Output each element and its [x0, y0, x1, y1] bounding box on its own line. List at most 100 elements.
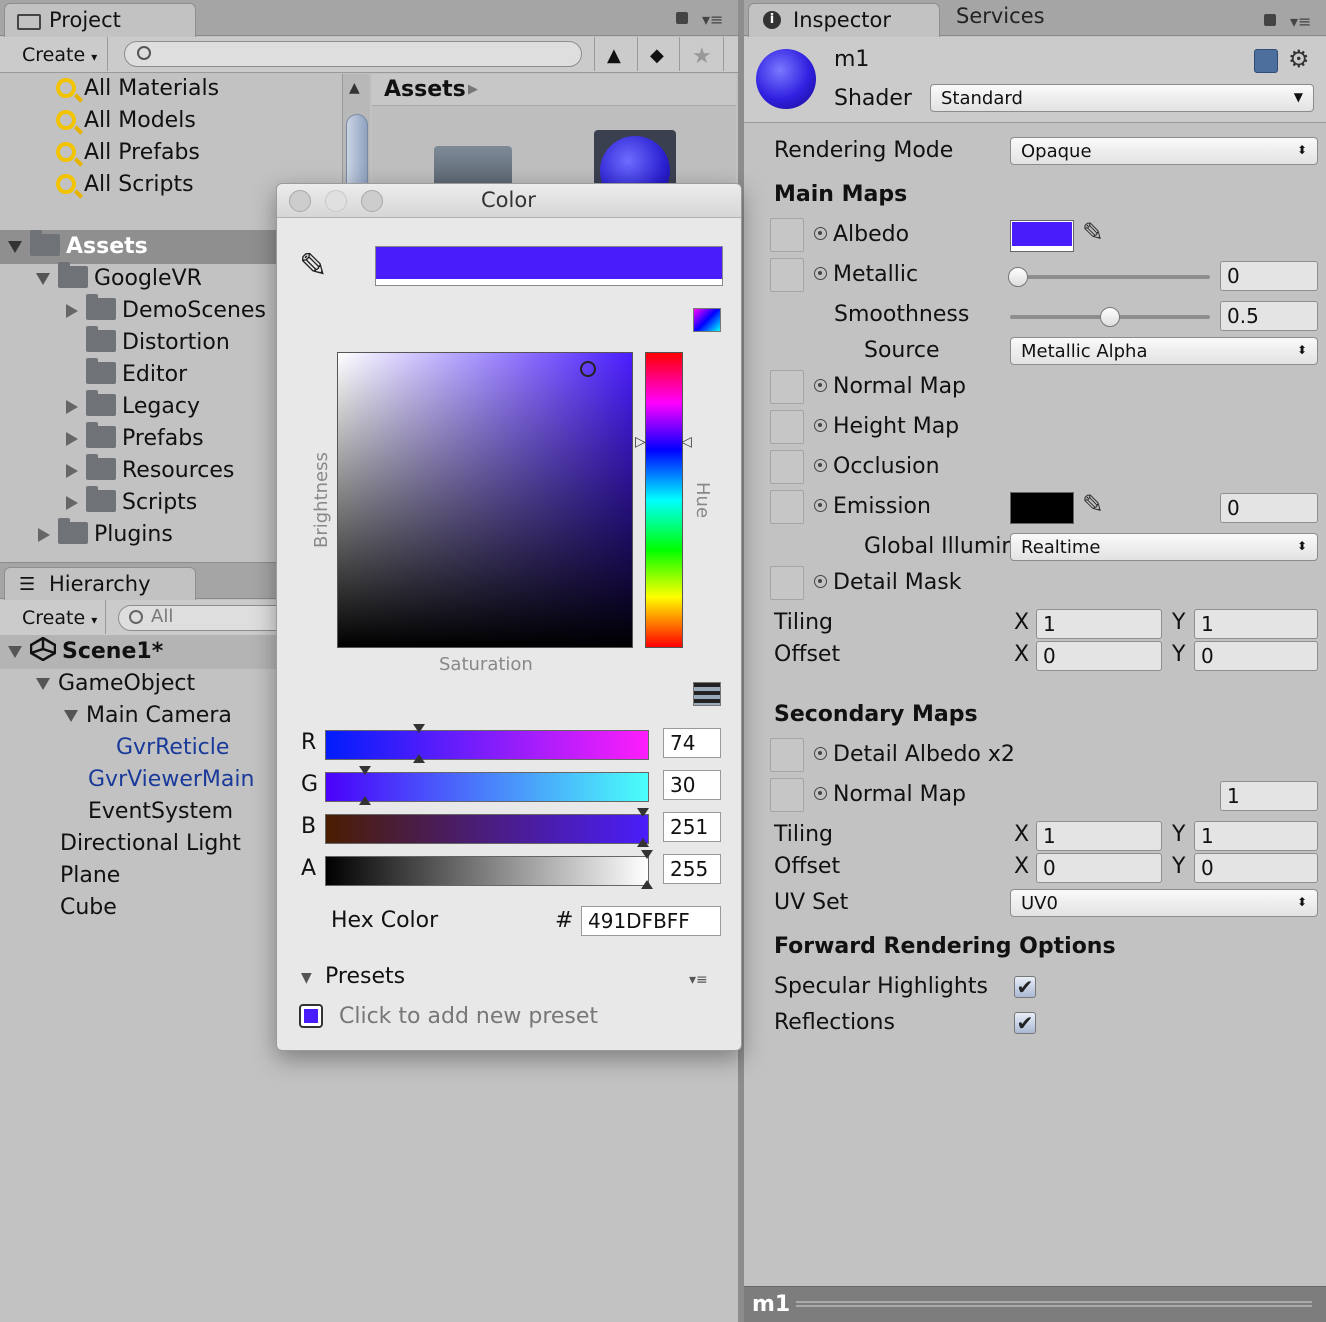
r-slider[interactable]: [325, 730, 649, 760]
r-marker-top-icon[interactable]: [413, 724, 425, 733]
eyedropper-icon[interactable]: ✎: [299, 246, 328, 286]
offset2-y-field[interactable]: 0: [1194, 853, 1318, 883]
hue-slider[interactable]: [645, 352, 683, 648]
height-map-slot[interactable]: [770, 410, 804, 444]
scroll-up-arrow-icon[interactable]: ▲: [349, 80, 360, 96]
hierarchy-create-button[interactable]: Create ▾: [10, 600, 106, 634]
target-icon[interactable]: [814, 379, 827, 392]
target-icon[interactable]: [814, 787, 827, 800]
albedo-color-swatch[interactable]: [1010, 220, 1074, 252]
color-wheel-toggle-icon[interactable]: [693, 308, 721, 332]
tree-editor[interactable]: Editor: [86, 358, 187, 391]
uv-set-dropdown[interactable]: UV0 ⬍: [1010, 889, 1318, 917]
color-cursor[interactable]: [580, 361, 596, 377]
collapsed-arrow-icon[interactable]: [66, 304, 78, 318]
presets-collapse-icon[interactable]: ▼: [301, 970, 312, 986]
metallic-texture-slot[interactable]: [770, 258, 804, 292]
menu-icon[interactable]: ▾≡: [702, 10, 723, 29]
metallic-slider-knob[interactable]: [1008, 267, 1028, 287]
tree-scripts[interactable]: Scripts: [66, 486, 197, 519]
tree-prefabs[interactable]: Prefabs: [66, 422, 204, 455]
tiling2-x-field[interactable]: 1: [1036, 821, 1162, 851]
tiling-x-field[interactable]: 1: [1036, 609, 1162, 639]
services-tab[interactable]: Services: [956, 4, 1045, 28]
hierarchy-gameobject[interactable]: GameObject: [36, 668, 195, 700]
project-search-input[interactable]: [124, 41, 582, 67]
b-marker-bottom-icon[interactable]: [637, 838, 649, 847]
g-value-field[interactable]: 30: [663, 770, 721, 800]
hue-marker-right-icon[interactable]: ◁: [681, 434, 692, 450]
detail-mask-slot[interactable]: [770, 566, 804, 600]
hierarchy-plane[interactable]: Plane: [60, 860, 120, 892]
target-icon[interactable]: [814, 499, 827, 512]
close-window-button[interactable]: [289, 190, 311, 212]
smoothness-value-field[interactable]: 0.5: [1220, 301, 1318, 331]
asset-material-thumbnail[interactable]: [594, 130, 676, 186]
gear-icon[interactable]: ⚙: [1288, 45, 1310, 73]
offset2-x-field[interactable]: 0: [1036, 853, 1162, 883]
lock-icon[interactable]: [1264, 14, 1276, 26]
project-create-button[interactable]: Create ▾: [10, 37, 108, 71]
metallic-value-field[interactable]: 0: [1220, 261, 1318, 291]
a-slider[interactable]: [325, 856, 649, 886]
hex-value-field[interactable]: 491DFBFF: [581, 906, 721, 936]
resize-handle[interactable]: [796, 1301, 1312, 1307]
b-value-field[interactable]: 251: [663, 812, 721, 842]
secondary-normal-scale-field[interactable]: 1: [1220, 781, 1318, 811]
filter-by-label-button[interactable]: ◆: [638, 37, 680, 71]
target-icon[interactable]: [814, 267, 827, 280]
g-slider[interactable]: [325, 772, 649, 802]
emission-slot[interactable]: [770, 490, 804, 524]
target-icon[interactable]: [814, 575, 827, 588]
tree-legacy[interactable]: Legacy: [66, 390, 200, 423]
favorite-all-materials[interactable]: All Materials: [56, 73, 219, 105]
asset-folder-thumbnail[interactable]: [434, 146, 512, 186]
tree-plugins[interactable]: Plugins: [38, 518, 173, 551]
minimize-window-button[interactable]: [325, 190, 347, 212]
hierarchy-gvrreticle[interactable]: GvrReticle: [116, 732, 229, 764]
global-illumination-dropdown[interactable]: Realtime ⬍: [1010, 533, 1318, 561]
hierarchy-gvrviewermain[interactable]: GvrViewerMain: [88, 764, 254, 796]
dialog-titlebar[interactable]: Color: [277, 184, 741, 218]
tree-distortion[interactable]: Distortion: [86, 326, 230, 359]
source-dropdown[interactable]: Metallic Alpha ⬍: [1010, 337, 1318, 365]
assets-root-row[interactable]: Assets: [0, 230, 276, 264]
b-slider[interactable]: [325, 814, 649, 844]
menu-icon[interactable]: ▾≡: [1290, 12, 1311, 31]
filter-by-type-button[interactable]: ▲: [594, 37, 638, 71]
emission-value-field[interactable]: 0: [1220, 493, 1318, 523]
favorite-all-scripts[interactable]: All Scripts: [56, 169, 194, 201]
tiling2-y-field[interactable]: 1: [1194, 821, 1318, 851]
tree-demoscenes[interactable]: DemoScenes: [66, 294, 266, 327]
hierarchy-cube[interactable]: Cube: [60, 892, 117, 924]
rendering-mode-dropdown[interactable]: Opaque ⬍: [1010, 137, 1318, 165]
secondary-normal-map-slot[interactable]: [770, 778, 804, 812]
tree-resources[interactable]: Resources: [66, 454, 234, 487]
eyedropper-icon[interactable]: ✎: [1082, 490, 1104, 520]
zoom-window-button[interactable]: [361, 190, 383, 212]
a-marker-top-icon[interactable]: [641, 850, 653, 859]
favorite-all-models[interactable]: All Models: [56, 105, 196, 137]
target-icon[interactable]: [814, 419, 827, 432]
project-tab[interactable]: Project: [4, 3, 196, 37]
add-preset-link[interactable]: Click to add new preset: [339, 1004, 598, 1029]
collapsed-arrow-icon[interactable]: [66, 432, 78, 446]
g-marker-top-icon[interactable]: [359, 766, 371, 775]
inspector-tab[interactable]: i Inspector: [748, 3, 940, 37]
specular-highlights-checkbox[interactable]: ✔: [1014, 976, 1036, 998]
g-marker-bottom-icon[interactable]: [359, 796, 371, 805]
eyedropper-icon[interactable]: ✎: [1082, 218, 1104, 248]
tree-googlevr[interactable]: GoogleVR: [36, 262, 202, 295]
expand-arrow-icon[interactable]: [64, 710, 78, 722]
offset-x-field[interactable]: 0: [1036, 641, 1162, 671]
target-icon[interactable]: [814, 747, 827, 760]
lock-icon[interactable]: [676, 12, 688, 24]
hierarchy-eventsystem[interactable]: EventSystem: [88, 796, 233, 828]
offset-y-field[interactable]: 0: [1194, 641, 1318, 671]
collapsed-arrow-icon[interactable]: [38, 528, 50, 542]
slider-mode-toggle-icon[interactable]: [693, 682, 721, 706]
favorite-all-prefabs[interactable]: All Prefabs: [56, 137, 200, 169]
expand-arrow-icon[interactable]: [8, 241, 22, 253]
expand-arrow-icon[interactable]: [36, 273, 50, 285]
collapsed-arrow-icon[interactable]: [66, 464, 78, 478]
